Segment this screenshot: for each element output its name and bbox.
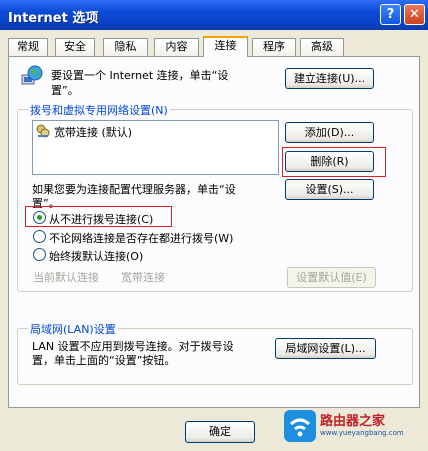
- watermark-site-url: www.yueyangbang.com: [320, 429, 404, 437]
- window-title: Internet 选项: [8, 11, 99, 26]
- never-dial-radio[interactable]: [33, 211, 46, 224]
- always-dial-default-radio[interactable]: [33, 248, 46, 261]
- dial-whenever-label[interactable]: 不论网络连接是否存在都进行拨号(W): [49, 230, 233, 246]
- set-default-button[interactable]: 设置默认值(E): [287, 267, 376, 288]
- setup-text-line1: 要设置一个 Internet 连接，单击“设: [51, 69, 229, 82]
- lan-legend: 局域网(LAN)设置: [28, 321, 118, 337]
- remove-button[interactable]: 删除(R): [285, 151, 374, 172]
- watermark-site-name: 路由器之家: [320, 414, 386, 429]
- tab-advanced[interactable]: 高级: [300, 38, 344, 56]
- tab-privacy[interactable]: 隐私: [103, 38, 148, 56]
- proxy-text-line2: 置”。: [32, 197, 60, 210]
- connections-panel: 要设置一个 Internet 连接，单击“设 置”。 建立连接(U)... 拨号…: [8, 56, 420, 408]
- dial-whenever-radio[interactable]: [33, 230, 46, 243]
- setup-text-line2: 置”。: [51, 84, 79, 97]
- close-button[interactable]: ✕: [404, 4, 425, 25]
- broadband-connection-icon: [36, 124, 50, 138]
- title-bar: Internet 选项 ? ✕: [0, 0, 428, 30]
- lan-text-line2: 置，单击上面的“设置”按钮。: [32, 354, 176, 367]
- connection-list[interactable]: 宽带连接 (默认): [32, 120, 279, 175]
- tab-general[interactable]: 常规: [8, 38, 48, 56]
- default-connection-label: 当前默认连接: [33, 271, 99, 284]
- list-item-label: 宽带连接 (默认): [54, 126, 133, 139]
- dialup-legend: 拨号和虚拟专用网络设置(N): [28, 102, 170, 118]
- tab-security[interactable]: 安全: [55, 38, 95, 56]
- tab-programs[interactable]: 程序: [252, 38, 296, 56]
- add-button[interactable]: 添加(D)...: [285, 122, 374, 143]
- always-dial-default-label[interactable]: 始终拨默认连接(O): [49, 248, 143, 264]
- proxy-text-line1: 如果您要为连接配置代理服务器，单击“设: [32, 183, 236, 196]
- settings-button[interactable]: 设置(S)...: [285, 179, 374, 200]
- never-dial-label[interactable]: 从不进行拨号连接(C): [49, 211, 153, 227]
- tab-content[interactable]: 内容: [154, 38, 199, 56]
- lan-settings-button[interactable]: 局域网设置(L)...: [275, 338, 376, 359]
- default-connection-value: 宽带连接: [121, 271, 165, 284]
- internet-setup-icon: [21, 65, 43, 87]
- tab-connections[interactable]: 连接: [203, 36, 248, 57]
- setup-connection-button[interactable]: 建立连接(U)...: [285, 68, 374, 89]
- ok-button[interactable]: 确定: [185, 421, 255, 443]
- help-button[interactable]: ?: [380, 4, 401, 25]
- watermark-logo: 路由器之家 www.yueyangbang.com: [282, 404, 426, 448]
